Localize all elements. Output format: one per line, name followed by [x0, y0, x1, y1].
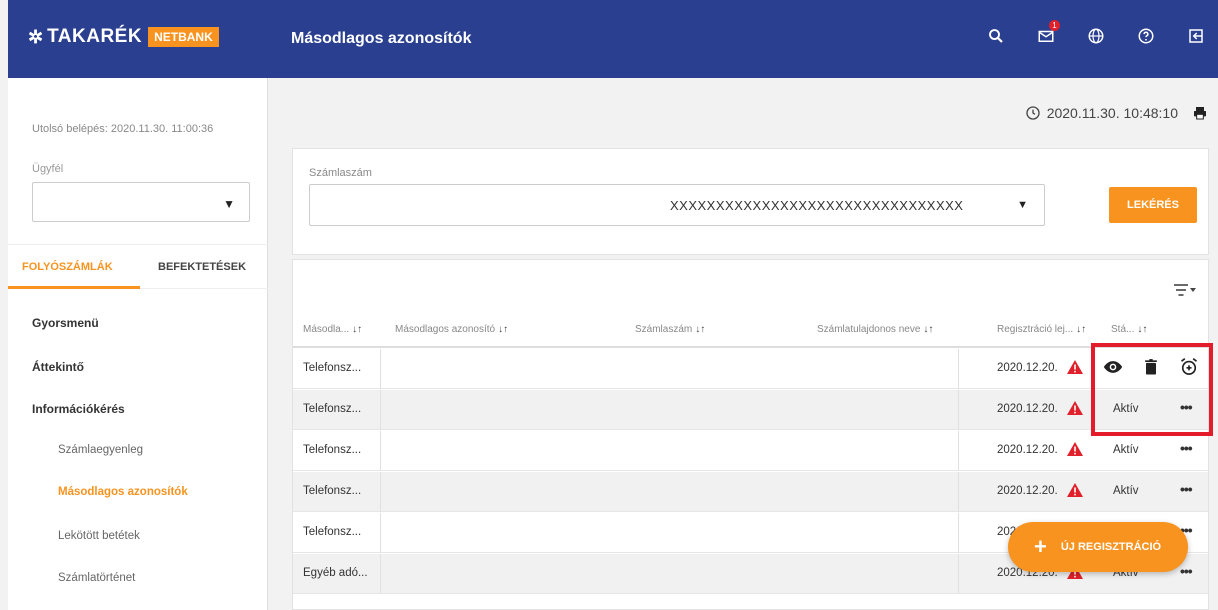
row-type: Telefonsz...	[303, 444, 362, 456]
chevron-down-icon: ▼	[223, 197, 235, 211]
row-expiry: 2020.12.20.	[997, 403, 1058, 415]
row-type: Telefonsz...	[303, 485, 362, 497]
table-row[interactable]: Telefonsz... 2020.12.20. Aktív •••	[293, 390, 1208, 430]
table-header: Másodla... ↓↑ Másodlagos azonosító ↓↑ Szám…	[293, 312, 1208, 348]
new-registration-label: ÚJ REGISZTRÁCIÓ	[1060, 541, 1162, 553]
row-type: Egyéb adó...	[303, 567, 368, 579]
sidebar-tabs: FOLYÓSZÁMLÁK BEFEKTETÉSEK	[8, 244, 268, 289]
delete-icon[interactable]	[1141, 357, 1161, 377]
tab-befektetesek[interactable]: BEFEKTETÉSEK	[158, 261, 246, 273]
table-row[interactable]: Telefonsz... 2020.12.20. Aktív •••	[293, 431, 1208, 471]
timestamp-row: 2020.11.30. 10:48:10	[1025, 105, 1208, 121]
logout-icon[interactable]	[1184, 24, 1208, 48]
page-title: Másodlagos azonosítók	[291, 30, 472, 47]
sidebar-item-gyorsmenu[interactable]: Gyorsmenü	[32, 316, 99, 330]
logo-mark-icon: ✲	[28, 26, 44, 47]
filter-card: Számlaszám XXXXXXXXXXXXXXXXXXXXXXXXXXXXX…	[292, 148, 1209, 255]
takarek-logo[interactable]: ✲ TAKARÉK NETBANK	[28, 26, 219, 48]
clock-icon	[1026, 106, 1040, 120]
row-type: Telefonsz...	[303, 526, 362, 538]
help-icon[interactable]	[1134, 24, 1158, 48]
search-icon[interactable]	[984, 24, 1008, 48]
row-type: Telefonsz...	[303, 362, 362, 374]
warning-icon	[1067, 401, 1083, 415]
sidebar-subitem-masodlagos-azonositok[interactable]: Másodlagos azonosítók	[58, 486, 188, 498]
tab-folyoszamlak[interactable]: FOLYÓSZÁMLÁK	[22, 261, 113, 273]
client-label: Ügyfél	[32, 163, 64, 175]
logo-text: TAKARÉK	[47, 26, 143, 47]
plus-icon: +	[1034, 534, 1047, 559]
sidebar-item-informaciokeres[interactable]: Információkérés	[32, 402, 125, 416]
status-text: Aktív	[1113, 485, 1139, 497]
warning-icon	[1067, 483, 1083, 497]
warning-icon	[1067, 360, 1083, 374]
table-row[interactable]: Telefonsz... 2020.12.20. Aktív •••	[293, 472, 1208, 512]
active-tab-indicator	[8, 286, 140, 289]
account-select[interactable]: XXXXXXXXXXXXXXXXXXXXXXXXXXXXXXXX ▼	[309, 184, 1045, 226]
row-actions	[1103, 357, 1199, 377]
sidebar-item-attekinto[interactable]: Áttekintő	[32, 360, 84, 374]
warning-icon	[1067, 442, 1083, 456]
more-icon[interactable]: •••	[1180, 399, 1193, 415]
chevron-down-icon: ▼	[1017, 199, 1028, 211]
alarm-add-icon[interactable]	[1179, 357, 1199, 377]
print-icon[interactable]	[1192, 105, 1208, 121]
row-type: Telefonsz...	[303, 403, 362, 415]
table-row[interactable]: Telefonsz... 2020.12.20.	[293, 349, 1208, 389]
top-bar: ✲ TAKARÉK NETBANK Másodlagos azonosítók …	[8, 0, 1218, 78]
globe-icon[interactable]	[1084, 24, 1108, 48]
row-expiry: 2020.12.20.	[997, 444, 1058, 456]
more-icon[interactable]: •••	[1180, 563, 1193, 579]
status-text: Aktív	[1113, 403, 1139, 415]
row-expiry: 2020.12.20.	[997, 362, 1058, 374]
sidebar: Utolsó belépés: 2020.11.30. 11:00:36 Ügy…	[8, 78, 268, 610]
status-text: Aktív	[1113, 444, 1139, 456]
query-button[interactable]: LEKÉRÉS	[1109, 187, 1197, 223]
more-icon[interactable]: •••	[1180, 440, 1193, 456]
row-expiry: 2020.12.20.	[997, 485, 1058, 497]
last-login-text: Utolsó belépés: 2020.11.30. 11:00:36	[32, 123, 214, 135]
sidebar-subitem-szamlatortenet[interactable]: Számlatörténet	[58, 572, 135, 584]
account-value: XXXXXXXXXXXXXXXXXXXXXXXXXXXXXXXX	[670, 198, 964, 213]
account-label: Számlaszám	[309, 167, 372, 179]
col-header-secondary-id[interactable]: Másodlagos azonosító ↓↑	[395, 324, 508, 335]
sidebar-subitem-lekotott-betetek[interactable]: Lekötött betétek	[58, 530, 140, 542]
logo-badge: NETBANK	[148, 27, 219, 47]
eye-icon[interactable]	[1103, 357, 1123, 377]
new-registration-button[interactable]: + ÚJ REGISZTRÁCIÓ	[1008, 522, 1188, 572]
col-header-type[interactable]: Másodla... ↓↑	[303, 324, 362, 335]
timestamp-text: 2020.11.30. 10:48:10	[1046, 105, 1178, 121]
col-header-account[interactable]: Számlaszám ↓↑	[635, 324, 705, 335]
client-select[interactable]: ▼	[32, 182, 250, 222]
notification-badge: 1	[1049, 20, 1060, 31]
col-header-expiry[interactable]: Regisztráció lej... ↓↑	[997, 324, 1086, 335]
more-icon[interactable]: •••	[1180, 481, 1193, 497]
col-header-status[interactable]: Stá... ↓↑	[1111, 324, 1147, 335]
sidebar-subitem-szamlaegyenleg[interactable]: Számlaegyenleg	[58, 444, 143, 456]
mail-icon[interactable]: 1	[1034, 20, 1060, 48]
filter-icon[interactable]	[1172, 282, 1196, 298]
col-header-owner[interactable]: Számlatulajdonos neve ↓↑	[817, 324, 933, 335]
